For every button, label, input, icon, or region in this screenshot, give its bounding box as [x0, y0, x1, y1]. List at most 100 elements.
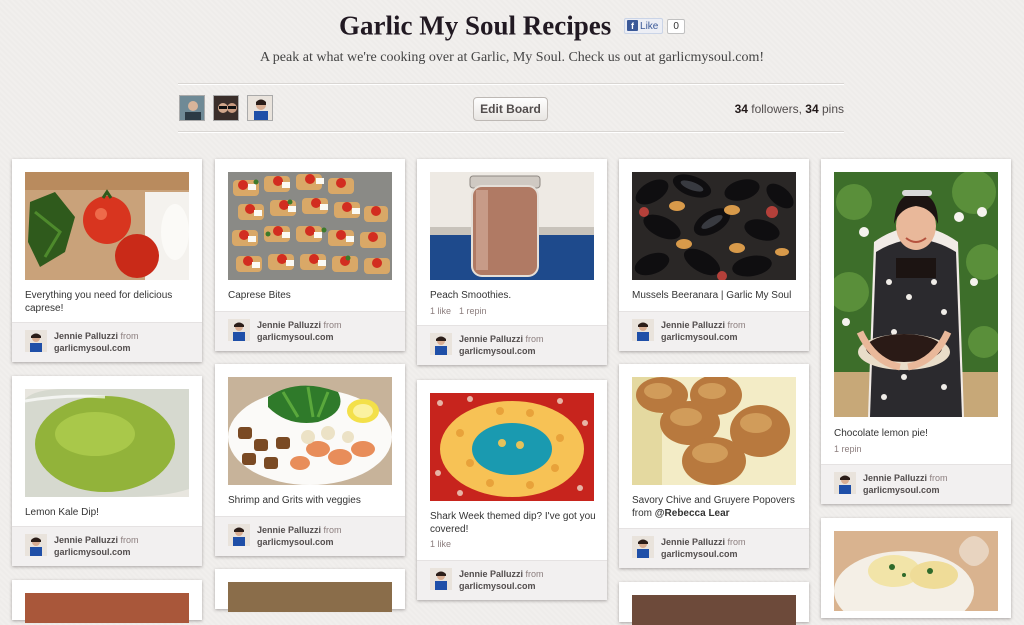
pin-card[interactable]: Chocolate lemon pie! 1 repin Jennie Pall…: [821, 159, 1011, 504]
pin-source-link[interactable]: garlicmysoul.com: [661, 549, 738, 559]
pin-card[interactable]: Savory Chive and Gruyere Popovers from @…: [619, 364, 809, 568]
pinner-info: Jennie Palluzzi from garlicmysoul.com: [661, 537, 746, 559]
board-description: A peak at what we're cooking over at Gar…: [259, 50, 765, 65]
mention-link[interactable]: @Rebecca Lear: [655, 508, 730, 519]
pin-caption: Everything you need for delicious capres…: [25, 290, 173, 314]
pin-source-link[interactable]: garlicmysoul.com: [257, 332, 334, 342]
pinner-info: Jennie Palluzzi from garlicmysoul.com: [459, 334, 544, 356]
pin-image[interactable]: [632, 377, 796, 485]
pin-card[interactable]: Peach Smoothies. 1 like 1 repin Jennie Pa…: [417, 159, 607, 365]
pin-image[interactable]: [228, 582, 392, 612]
board-header: Garlic My Soul Recipes f Like 0: [0, 8, 1024, 41]
board-stats: 34 followers, 34 pins: [734, 102, 844, 116]
pinner-info: Jennie Palluzzi from garlicmysoul.com: [257, 320, 342, 342]
avatar[interactable]: [430, 568, 452, 590]
avatar[interactable]: [25, 330, 47, 352]
like-count: 1 like: [430, 539, 452, 549]
pin-source-link[interactable]: garlicmysoul.com: [54, 547, 131, 557]
pinner-name[interactable]: Jennie Palluzzi: [661, 320, 725, 330]
pin-image[interactable]: [834, 531, 998, 611]
pinner-name[interactable]: Jennie Palluzzi: [661, 537, 725, 547]
pinner-name[interactable]: Jennie Palluzzi: [54, 535, 118, 545]
pin-caption: Shrimp and Grits with veggies: [228, 495, 361, 506]
facebook-like-widget[interactable]: f Like 0: [624, 17, 685, 34]
divider: [178, 83, 844, 85]
pin-image[interactable]: [228, 172, 392, 280]
pinner-info: Jennie Palluzzi from garlicmysoul.com: [54, 535, 139, 557]
repin-count: 1 repin: [459, 306, 487, 316]
avatar[interactable]: [834, 472, 856, 494]
pinner-name[interactable]: Jennie Palluzzi: [257, 525, 321, 535]
pin-image[interactable]: [25, 389, 189, 497]
pin-card[interactable]: Caprese Bites Jennie Palluzzi from garlic…: [215, 159, 405, 351]
pin-caption: Mussels Beeranara | Garlic My Soul: [632, 290, 792, 301]
pin-card[interactable]: Shark Week themed dip? I've got you cove…: [417, 380, 607, 600]
pin-caption: Shark Week themed dip? I've got you cove…: [430, 511, 596, 535]
pin-image[interactable]: [632, 172, 796, 280]
avatar[interactable]: [430, 333, 452, 355]
repin-count: 1 repin: [834, 444, 862, 454]
pin-source-link[interactable]: garlicmysoul.com: [863, 485, 940, 495]
pinner-info: Jennie Palluzzi from garlicmysoul.com: [661, 320, 746, 342]
pin-caption: Caprese Bites: [228, 290, 291, 301]
pin-caption: Peach Smoothies.: [430, 290, 512, 301]
avatar[interactable]: [228, 524, 250, 546]
pin-stats: 1 like: [430, 539, 459, 549]
pin-stats: 1 repin: [834, 444, 870, 454]
pin-image[interactable]: [834, 172, 998, 417]
pin-attribution: Jennie Palluzzi from garlicmysoul.com: [619, 528, 809, 568]
pin-image[interactable]: [430, 393, 594, 501]
pin-attribution: Jennie Palluzzi from garlicmysoul.com: [215, 516, 405, 556]
pinner-info: Jennie Palluzzi from garlicmysoul.com: [54, 331, 139, 353]
like-count: 0: [667, 18, 685, 34]
avatar[interactable]: [25, 534, 47, 556]
pin-source-link[interactable]: garlicmysoul.com: [54, 343, 131, 353]
pin-card[interactable]: [12, 580, 202, 623]
avatar[interactable]: [632, 319, 654, 341]
pin-card[interactable]: [619, 582, 809, 625]
pin-stats: 1 like 1 repin: [430, 306, 495, 316]
edit-board-button[interactable]: Edit Board: [473, 97, 548, 121]
pin-card[interactable]: Everything you need for delicious capres…: [12, 159, 202, 362]
pin-image[interactable]: [430, 172, 594, 280]
pin-image[interactable]: [632, 595, 796, 625]
pinner-name[interactable]: Jennie Palluzzi: [459, 569, 523, 579]
pin-attribution: Jennie Palluzzi from garlicmysoul.com: [417, 325, 607, 365]
facebook-like-button[interactable]: f Like: [624, 17, 664, 34]
pin-image[interactable]: [228, 377, 392, 485]
pin-source-link[interactable]: garlicmysoul.com: [661, 332, 738, 342]
pinner-name[interactable]: Jennie Palluzzi: [459, 334, 523, 344]
avatar[interactable]: [228, 319, 250, 341]
pin-attribution: Jennie Palluzzi from garlicmysoul.com: [215, 311, 405, 351]
pin-card[interactable]: Mussels Beeranara | Garlic My Soul Jenni…: [619, 159, 809, 351]
pinner-avatar-1[interactable]: [179, 95, 205, 121]
facebook-icon: f: [627, 19, 639, 31]
pin-source-link[interactable]: garlicmysoul.com: [459, 346, 536, 356]
pin-caption: Chocolate lemon pie!: [834, 428, 928, 439]
avatar[interactable]: [632, 536, 654, 558]
pin-attribution: Jennie Palluzzi from garlicmysoul.com: [12, 322, 202, 362]
pin-caption: Savory Chive and Gruyere Popovers from @…: [632, 495, 795, 519]
pinner-info: Jennie Palluzzi from garlicmysoul.com: [459, 569, 544, 591]
pin-card[interactable]: [215, 569, 405, 612]
board-title: Garlic My Soul Recipes: [339, 10, 612, 41]
pin-source-link[interactable]: garlicmysoul.com: [257, 537, 334, 547]
pinner-name[interactable]: Jennie Palluzzi: [257, 320, 321, 330]
pinner-avatar-2[interactable]: [213, 95, 239, 121]
pinner-info: Jennie Palluzzi from garlicmysoul.com: [863, 473, 948, 495]
pin-card[interactable]: Lemon Kale Dip! Jennie Palluzzi from garl…: [12, 376, 202, 566]
pin-attribution: Jennie Palluzzi from garlicmysoul.com: [12, 526, 202, 566]
pinner-name[interactable]: Jennie Palluzzi: [54, 331, 118, 341]
pin-source-link[interactable]: garlicmysoul.com: [459, 581, 536, 591]
pinner-name[interactable]: Jennie Palluzzi: [863, 473, 927, 483]
pin-attribution: Jennie Palluzzi from garlicmysoul.com: [417, 560, 607, 600]
pin-card[interactable]: [821, 518, 1011, 618]
divider: [178, 131, 844, 133]
pin-caption: Lemon Kale Dip!: [25, 507, 99, 518]
pin-image[interactable]: [25, 172, 189, 280]
pinner-avatar-3[interactable]: [247, 95, 273, 121]
pinner-info: Jennie Palluzzi from garlicmysoul.com: [257, 525, 342, 547]
pin-card[interactable]: Shrimp and Grits with veggies Jennie Pal…: [215, 364, 405, 556]
like-count: 1 like: [430, 306, 452, 316]
pin-attribution: Jennie Palluzzi from garlicmysoul.com: [619, 311, 809, 351]
